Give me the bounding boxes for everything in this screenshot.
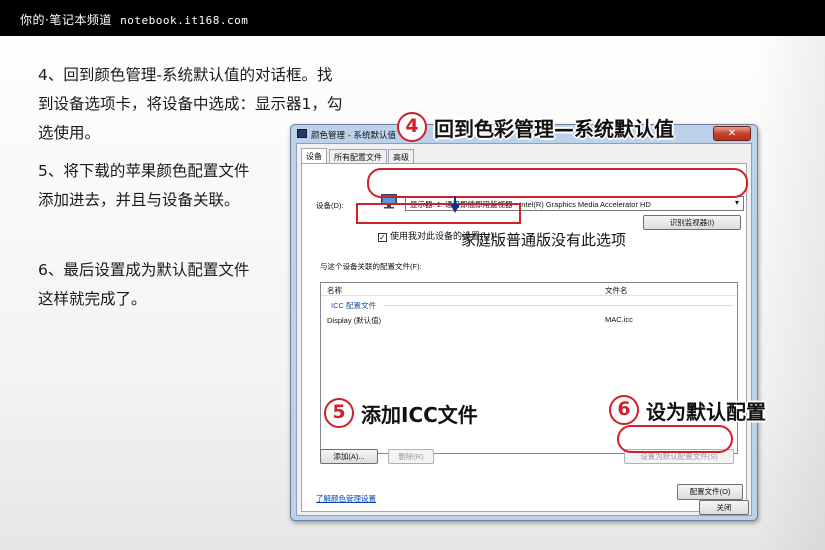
group-header: ICC 配置文件	[331, 301, 376, 310]
list-header: 名称 文件名	[321, 283, 737, 296]
row-name: Display (默认值)	[327, 316, 382, 325]
tab-devices[interactable]: 设备	[301, 148, 327, 163]
device-highlight-oval	[367, 168, 748, 198]
site-brand: 你的·笔记本频道 notebook.it168.com	[20, 11, 248, 28]
identify-monitors-button[interactable]: 识别监视器(I)	[643, 215, 741, 230]
decorative-shade	[755, 36, 825, 550]
learn-color-settings-link[interactable]: 了解颜色管理设置	[316, 493, 376, 504]
dialog-title: 颜色管理 - 系统默认值	[311, 131, 396, 141]
row-filename: MAC.icc	[605, 315, 633, 324]
set-default-highlight-oval	[617, 425, 733, 453]
brand-name: 你的·笔记本频道	[20, 13, 112, 27]
column-name[interactable]: 名称	[327, 285, 342, 296]
step-5-badge: 5	[324, 398, 354, 428]
column-filename[interactable]: 文件名	[605, 285, 628, 296]
checkbox-highlight-rect	[356, 203, 521, 224]
color-management-icon	[297, 129, 307, 138]
step-4-line-1: 4、回到颜色管理-系统默认值的对话框。找	[38, 66, 333, 84]
edition-note: 家庭版普通版没有此选项	[461, 231, 627, 249]
step-4-badge: 4	[397, 112, 427, 142]
tab-all-profiles[interactable]: 所有配置文件	[329, 149, 387, 163]
profiles-button[interactable]: 配置文件(O)	[677, 484, 743, 500]
arrow-down-icon	[450, 204, 460, 213]
add-profile-button[interactable]: 添加(A)...	[320, 449, 378, 464]
top-banner: 你的·笔记本频道 notebook.it168.com	[0, 0, 825, 36]
step-4-callout: 回到色彩管理—系统默认值	[434, 117, 674, 141]
remove-profile-button[interactable]: 删除(R)	[388, 449, 434, 464]
brand-url: notebook.it168.com	[120, 14, 249, 27]
group-divider	[383, 305, 733, 306]
device-label: 设备(D):	[316, 201, 344, 210]
chevron-down-icon: ▾	[734, 198, 739, 207]
tab-advanced[interactable]: 高级	[388, 149, 414, 163]
profiles-label: 与这个设备关联的配置文件(F):	[320, 262, 422, 271]
checkbox-check-icon: ✓	[378, 233, 387, 242]
step-6-badge: 6	[609, 395, 639, 425]
dialog-body: 设备 所有配置文件 高级 设备(D): 显示器: 1. 通用即插即用监视器 - …	[296, 143, 752, 516]
close-dialog-button[interactable]: 关闭	[699, 500, 749, 515]
step-4-line-2: 到设备选项卡，将设备中选成：显示器1，勾	[38, 95, 343, 113]
step-6-callout: 设为默认配置	[646, 400, 766, 424]
window-close-button[interactable]: ✕	[713, 126, 751, 141]
step-5-callout: 添加ICC文件	[361, 403, 478, 427]
